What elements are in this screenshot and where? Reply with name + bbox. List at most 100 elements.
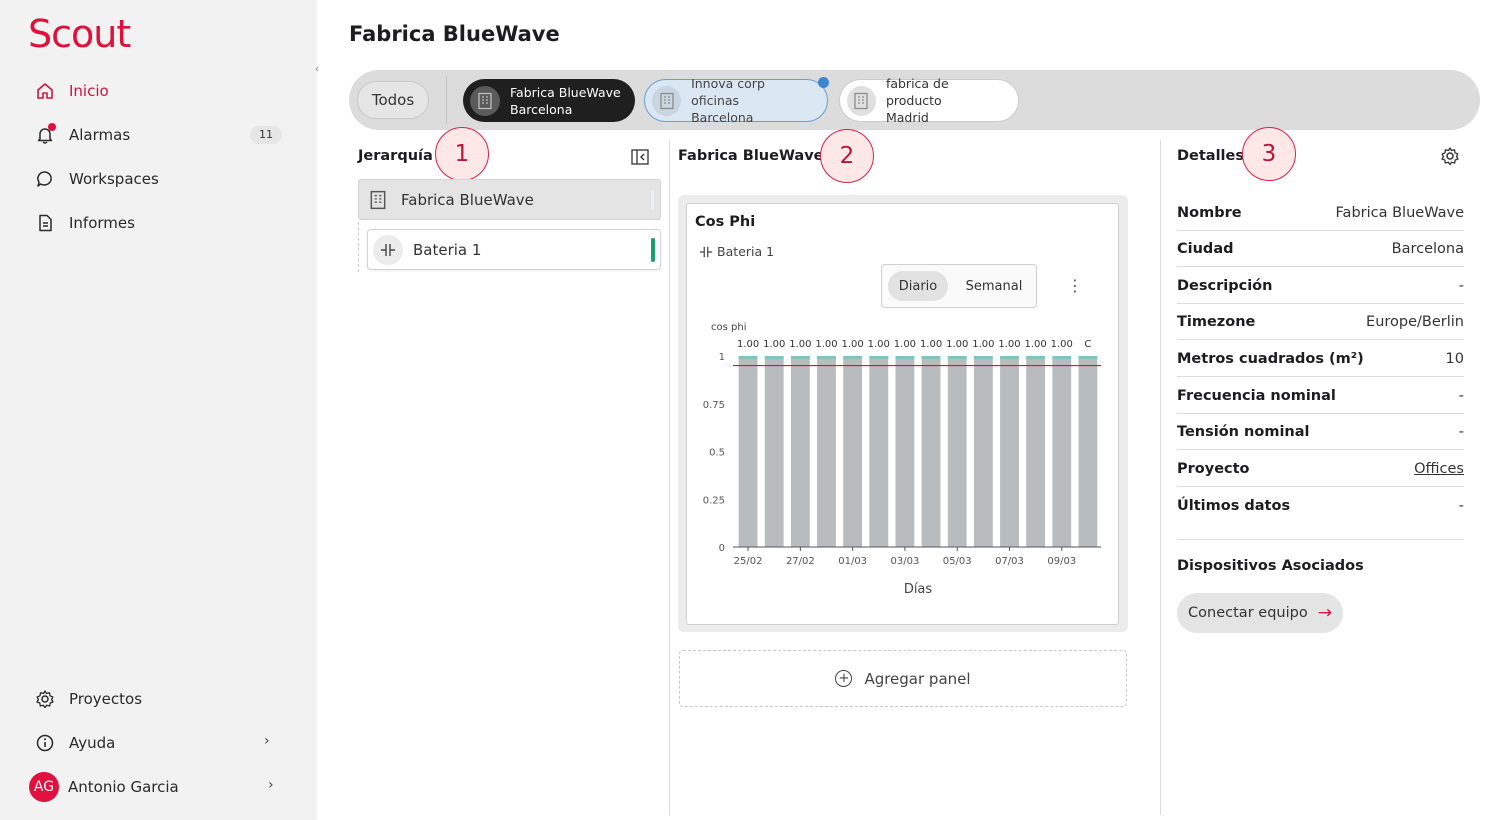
user-menu[interactable]: AG Antonio Garcia — [29, 772, 179, 802]
detail-key: Frecuencia nominal — [1177, 387, 1336, 404]
bar-02/03 — [869, 356, 889, 547]
tree-item-fabrica-bluewave[interactable]: Fabrica BlueWave — [358, 179, 661, 220]
tree-item-label: Fabrica BlueWave — [401, 190, 534, 209]
hierarchy-title: Jerarquía — [358, 148, 433, 164]
chevron-right-icon: › — [268, 777, 274, 793]
y-tick-label: 0.25 — [703, 495, 725, 506]
data-label: 1.00 — [763, 339, 785, 350]
site-chip-fabrica-bluewave[interactable]: Fabrica BlueWave Barcelona — [463, 79, 635, 122]
arrow-right-icon: → — [1317, 603, 1332, 623]
plus-circle-icon: + — [835, 670, 853, 687]
callout-2: 2 — [820, 129, 874, 183]
data-label: 1.00 — [894, 339, 916, 350]
bar-06/03 — [973, 356, 993, 547]
sidebar-item-label: Alarmas — [69, 126, 131, 144]
connect-device-label: Conectar equipo — [1188, 605, 1308, 621]
chip-city: Barcelona — [510, 101, 573, 117]
detail-value: - — [1458, 423, 1464, 440]
bar-09/03 — [1052, 356, 1072, 547]
gear-icon[interactable] — [1440, 146, 1460, 170]
bar-03/03 — [895, 356, 915, 547]
bar-cap — [1000, 356, 1019, 359]
capacitor-icon — [373, 234, 403, 265]
detail-key: Timezone — [1177, 313, 1256, 330]
detail-value: Barcelona — [1391, 240, 1464, 257]
bar-cap — [973, 356, 993, 359]
x-tick-label: 09/03 — [1047, 556, 1076, 567]
bar-cap — [947, 356, 967, 359]
data-label: C — [1084, 339, 1091, 350]
detail-key: Proyecto — [1177, 460, 1250, 477]
tree-item-bateria-1[interactable]: Bateria 1 — [367, 229, 661, 270]
sidebar-item-ayuda[interactable]: Ayuda — [34, 730, 115, 756]
chip-name: fabrica de producto — [885, 76, 949, 108]
detail-row-descripcion: Descripción - — [1177, 268, 1464, 304]
data-label: 1.00 — [789, 339, 811, 350]
sidebar-item-label: Workspaces — [69, 170, 159, 188]
chip-todos[interactable]: Todos — [357, 81, 429, 119]
avatar: AG — [29, 772, 59, 802]
period-diario-button[interactable]: Diario — [888, 271, 948, 301]
sidebar-item-proyectos[interactable]: Proyectos — [34, 686, 142, 712]
x-tick-label: 07/03 — [995, 556, 1024, 567]
y-axis-label: cos phi — [711, 322, 746, 333]
data-label: 1.00 — [998, 339, 1020, 350]
user-name: Antonio Garcia — [68, 778, 179, 796]
bar-08/03 — [1026, 356, 1046, 547]
details-title: Detalles — [1177, 148, 1244, 164]
chevron-right-icon: › — [264, 733, 270, 749]
bell-icon — [34, 123, 56, 146]
logo: Scout — [28, 12, 131, 56]
status-bar — [651, 238, 655, 262]
status-bar — [651, 190, 654, 210]
app-root: Scout ‹ Inicio Alarmas 11 Workspaces Inf… — [0, 0, 1509, 820]
detail-row-proyecto: Proyecto Offices — [1177, 451, 1464, 487]
project-link[interactable]: Offices — [1414, 461, 1464, 477]
bar-28/02 — [817, 356, 836, 547]
home-icon — [34, 80, 56, 102]
sidebar-item-informes[interactable]: Informes — [34, 210, 135, 236]
detail-row-frecuencia: Frecuencia nominal - — [1177, 378, 1464, 414]
notification-dot-icon — [818, 77, 829, 88]
y-tick-label: 0.75 — [703, 400, 725, 411]
add-panel-button[interactable]: + Agregar panel — [679, 650, 1127, 707]
card-title: Cos Phi — [695, 214, 756, 230]
data-label: 1.00 — [868, 339, 890, 350]
data-label: 1.00 — [972, 339, 994, 350]
more-options-icon[interactable]: ⋮ — [1067, 276, 1083, 295]
x-tick-label: 01/03 — [838, 556, 867, 567]
detail-value: - — [1458, 387, 1464, 404]
site-chip-fabrica-producto[interactable]: fabrica de producto Madrid — [839, 76, 1019, 125]
detail-key: Tensión nominal — [1177, 423, 1310, 440]
y-tick-label: 1 — [719, 352, 725, 363]
divider — [1160, 140, 1161, 815]
bar-cap — [869, 356, 889, 359]
divider — [669, 140, 670, 815]
detail-row-metros: Metros cuadrados (m²) 10 — [1177, 341, 1464, 377]
period-toggle: Diario Semanal — [881, 264, 1037, 308]
sidebar-item-label: Proyectos — [69, 690, 143, 708]
bar-cap — [790, 356, 810, 359]
sidebar-collapse-button[interactable]: ‹ — [309, 62, 325, 78]
sidebar-item-alarmas[interactable]: Alarmas — [34, 122, 130, 148]
card-subtitle-label: Bateria 1 — [717, 244, 775, 259]
bar-cap — [895, 356, 915, 359]
period-semanal-button[interactable]: Semanal — [958, 271, 1030, 301]
collapse-panel-icon[interactable] — [631, 149, 649, 169]
detail-value: 10 — [1445, 350, 1464, 367]
connect-device-button[interactable]: Conectar equipo → — [1177, 593, 1343, 633]
sidebar-item-workspaces[interactable]: Workspaces — [34, 166, 159, 192]
bar-01/03 — [843, 356, 863, 547]
alarm-count-badge: 11 — [250, 126, 282, 144]
detail-value: - — [1458, 498, 1464, 514]
tree-connector — [358, 222, 359, 272]
tree-item-label: Bateria 1 — [413, 240, 482, 259]
x-tick-label: 05/03 — [943, 556, 972, 567]
detail-value: Fabrica BlueWave — [1335, 204, 1464, 221]
chip-name: Innova corp oficinas — [691, 76, 765, 108]
chip-city: Barcelona — [691, 110, 754, 125]
data-label: 1.00 — [842, 339, 864, 350]
site-chip-innova-corp[interactable]: Innova corp oficinas Barcelona — [644, 76, 828, 125]
add-panel-label: Agregar panel — [864, 669, 971, 688]
sidebar-item-inicio[interactable]: Inicio — [34, 78, 109, 104]
